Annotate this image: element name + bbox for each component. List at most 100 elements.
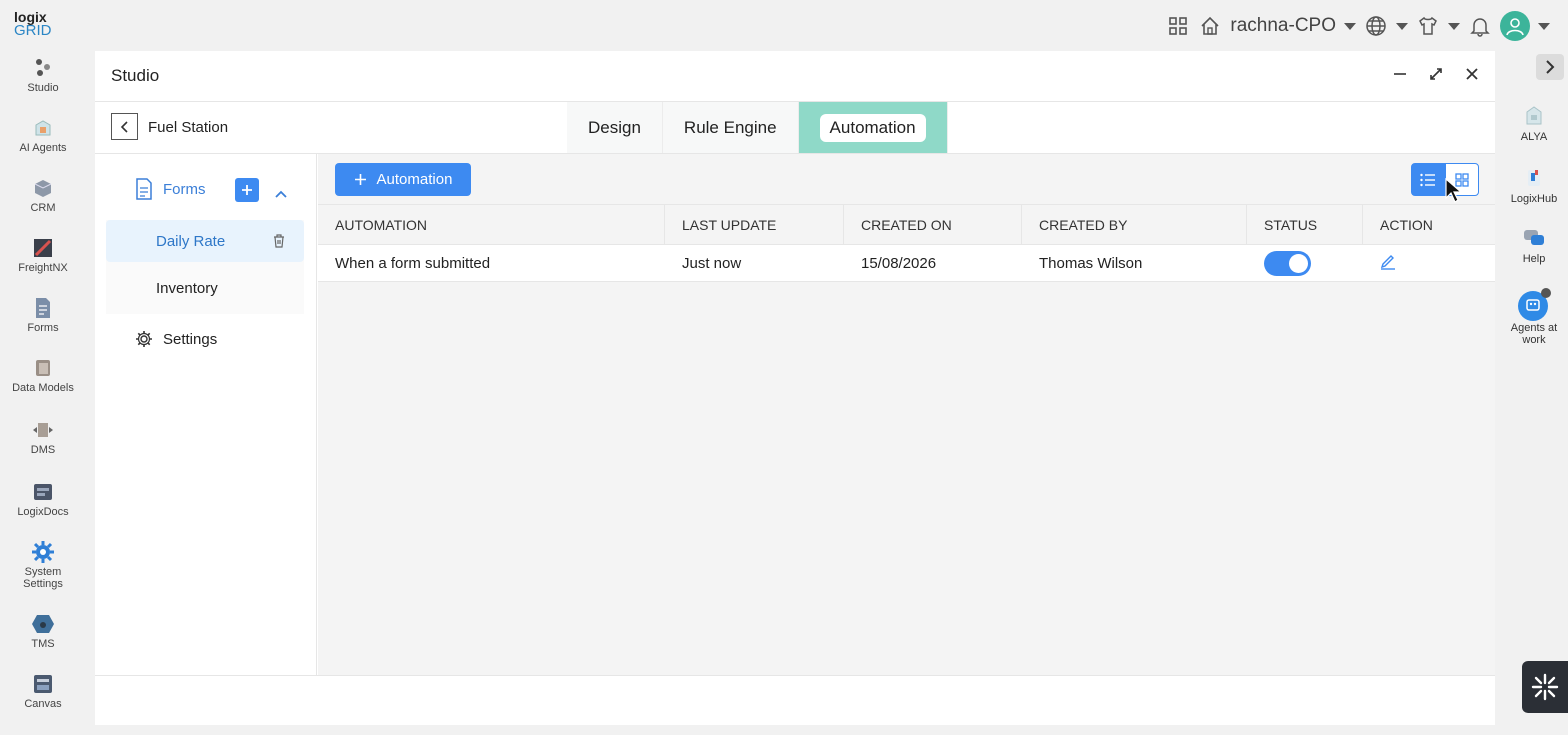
home-icon[interactable]: [1198, 14, 1222, 38]
form-item-label: Daily Rate: [156, 232, 226, 250]
sidebar-item-label: AI Agents: [19, 142, 67, 154]
list-icon: [1420, 173, 1435, 186]
sidebar-item-label: System Settings: [23, 566, 63, 590]
globe-icon[interactable]: [1364, 14, 1388, 38]
shirt-icon[interactable]: [1416, 14, 1440, 38]
sidebar-item-system-settings[interactable]: System Settings: [0, 540, 86, 612]
topbar: rachna-CPO: [1166, 10, 1550, 42]
right-item-alya[interactable]: ALYA: [1500, 104, 1568, 166]
sidebar-item-label: Data Models: [12, 382, 74, 394]
language-caret-icon[interactable]: [1396, 22, 1408, 30]
right-item-help[interactable]: Help: [1500, 226, 1568, 288]
tenant-caret-icon[interactable]: [1344, 22, 1356, 30]
form-item-daily-rate[interactable]: Daily Rate: [106, 220, 304, 262]
sidebar-item-label: Canvas: [24, 698, 62, 710]
sidebar-item-label: TMS: [31, 638, 55, 650]
status-toggle[interactable]: [1264, 250, 1311, 276]
created-on: 15/08/2026: [861, 254, 937, 272]
settings-label: Settings: [163, 330, 218, 348]
sidebar-item-data-models[interactable]: Data Models: [0, 356, 86, 418]
sparkle-icon: [1531, 673, 1559, 701]
sidebar-item-logixdocs[interactable]: LogixDocs: [0, 480, 86, 540]
sidebar-item-dms[interactable]: DMS: [0, 418, 86, 480]
tab-label: Rule Engine: [683, 117, 777, 137]
status-cell: [1247, 245, 1363, 281]
table-row[interactable]: When a form submitted Just now 15/08/202…: [318, 245, 1495, 282]
form-item-inventory[interactable]: Inventory: [106, 267, 304, 309]
minimize-icon[interactable]: [1391, 65, 1409, 83]
right-item-label: ALYA: [1520, 131, 1548, 143]
studio-body: Forms Daily Rate Inventory Settings Auto…: [95, 154, 1495, 675]
settings-link[interactable]: Settings: [135, 330, 217, 348]
add-automation-button[interactable]: Automation: [335, 163, 471, 196]
add-form-button[interactable]: [235, 178, 259, 202]
document-icon: [136, 178, 152, 200]
automation-panel: Automation AUTOMATION LAST UPDATE CREATE…: [318, 154, 1495, 675]
apps-grid-icon[interactable]: [1166, 14, 1190, 38]
bell-icon[interactable]: [1468, 14, 1492, 38]
list-view-button[interactable]: [1411, 163, 1445, 196]
column-header[interactable]: CREATED BY: [1022, 205, 1247, 244]
data-models-icon: [31, 356, 55, 380]
app-name: Fuel Station: [148, 119, 229, 136]
right-item-label: Help: [1522, 253, 1546, 265]
right-item-label: LogixHub: [1510, 193, 1558, 205]
studio-header: Studio: [95, 51, 1495, 102]
studio-icon: [31, 56, 55, 80]
column-header[interactable]: STATUS: [1247, 205, 1363, 244]
form-item-label: Inventory: [156, 279, 218, 297]
sidebar-item-label: Studio: [27, 82, 59, 94]
theme-caret-icon[interactable]: [1448, 22, 1460, 30]
sidebar-item-forms[interactable]: Forms: [0, 296, 86, 356]
sidebar-item-crm[interactable]: CRM: [0, 176, 86, 236]
sidebar-item-freightnx[interactable]: FreightNX: [0, 236, 86, 296]
logo-line-2: GRID: [14, 22, 52, 39]
logixgrid-logo[interactable]: logix GRID: [14, 10, 54, 38]
user-caret-icon[interactable]: [1538, 22, 1550, 30]
chat-widget-button[interactable]: [1522, 661, 1568, 713]
created-by: Thomas Wilson: [1039, 254, 1143, 272]
edit-icon[interactable]: [1380, 252, 1396, 274]
sidebar-item-tms[interactable]: TMS: [0, 612, 86, 672]
right-item-agents-at-work[interactable]: Agents at work: [1500, 288, 1568, 358]
column-header[interactable]: CREATED ON: [844, 205, 1022, 244]
tab-rule-engine[interactable]: Rule Engine: [662, 102, 799, 153]
sidebar-item-label: CRM: [30, 202, 56, 214]
close-icon[interactable]: [1463, 65, 1481, 83]
forms-label[interactable]: Forms: [163, 181, 206, 198]
tab-design[interactable]: Design: [567, 102, 663, 153]
maximize-icon[interactable]: [1427, 65, 1445, 83]
sidebar-item-ai-agents[interactable]: AI Agents: [0, 116, 86, 176]
right-item-logixhub[interactable]: LogixHub: [1500, 166, 1568, 226]
column-header[interactable]: AUTOMATION: [318, 205, 665, 244]
chevron-left-icon: [120, 120, 128, 133]
tab-label: Design: [588, 117, 641, 137]
sidebar-item-label: Forms: [27, 322, 59, 334]
column-header[interactable]: ACTION: [1363, 205, 1495, 244]
gear-icon: [136, 331, 152, 347]
ai-agents-icon: [31, 116, 55, 140]
user-avatar-icon[interactable]: [1500, 11, 1530, 41]
automation-table: AUTOMATION LAST UPDATE CREATED ON CREATE…: [318, 204, 1495, 282]
tab-automation[interactable]: Automation: [798, 102, 948, 153]
plus-icon: [354, 174, 366, 185]
table-header: AUTOMATION LAST UPDATE CREATED ON CREATE…: [318, 204, 1495, 245]
forms-section-header: Forms: [135, 178, 295, 203]
plus-icon: [242, 185, 252, 195]
sidebar-item-label: FreightNX: [18, 262, 68, 274]
mouse-cursor-icon: [1445, 178, 1463, 203]
expand-right-panel-button[interactable]: [1536, 54, 1564, 80]
column-header[interactable]: LAST UPDATE: [665, 205, 844, 244]
trash-icon[interactable]: [272, 233, 286, 252]
collapse-forms-button[interactable]: [275, 185, 287, 203]
studio-window: Studio Fuel Station Design Rule Engine A…: [95, 51, 1495, 725]
sidebar-item-studio[interactable]: Studio: [0, 56, 86, 116]
freightnx-icon: [31, 236, 55, 260]
tms-icon: [31, 612, 55, 636]
right-sidebar: ALYA LogixHub Help Agents at work: [1500, 104, 1568, 358]
tenant-name[interactable]: rachna-CPO: [1230, 15, 1336, 37]
chevron-up-icon: [275, 190, 287, 198]
forms-list: Daily Rate Inventory: [106, 220, 304, 314]
back-button[interactable]: [111, 113, 138, 140]
sidebar-item-canvas[interactable]: Canvas: [0, 672, 86, 732]
